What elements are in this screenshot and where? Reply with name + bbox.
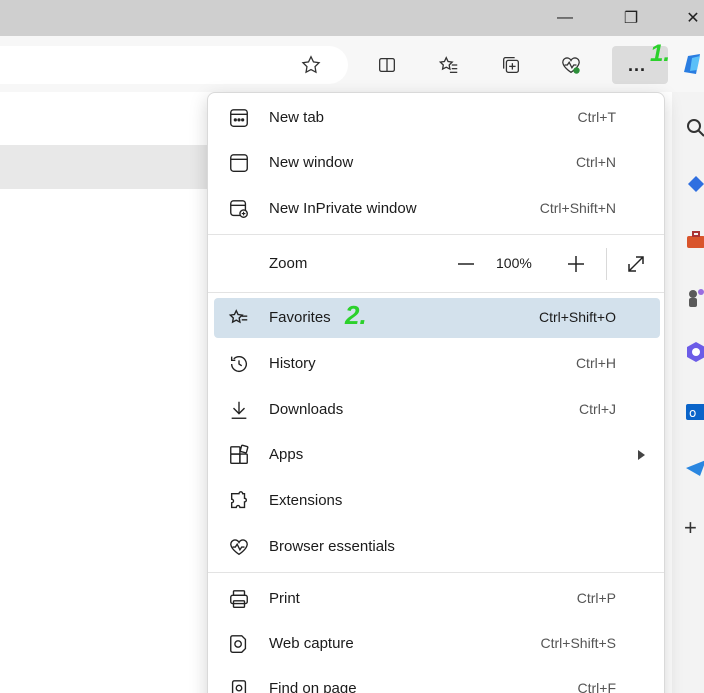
right-sidebar: o +: [672, 92, 704, 693]
plus-icon: +: [684, 515, 697, 540]
menu-item-new-inprivate-window[interactable]: New InPrivate window Ctrl+Shift+N: [214, 189, 660, 229]
favorites-icon: [228, 309, 248, 324]
menu-item-history[interactable]: History Ctrl+H: [214, 344, 660, 384]
browser-essentials-icon: [562, 57, 580, 74]
menu-divider: [208, 292, 664, 293]
menu-item-shortcut: Ctrl+P: [576, 590, 616, 606]
menu-item-label: Extensions: [269, 492, 343, 509]
outlook-icon[interactable]: o: [684, 400, 704, 424]
menu-item-shortcut: Ctrl+N: [575, 154, 616, 170]
shopping-icon[interactable]: [684, 172, 704, 196]
apps-icon: [230, 444, 249, 464]
heart-pulse-icon: [230, 539, 248, 556]
close-icon: ✕: [686, 10, 700, 27]
split-screen-icon: [379, 57, 395, 73]
menu-item-label: Favorites: [269, 309, 331, 326]
close-button[interactable]: ✕: [670, 0, 704, 36]
menu-item-label: New tab: [269, 109, 325, 126]
zoom-value: 100%: [496, 255, 532, 271]
menu-item-shortcut: Ctrl+F: [577, 680, 617, 693]
menu-item-label: History: [269, 355, 316, 372]
favorites-icon: [438, 56, 458, 73]
svg-text:o: o: [689, 406, 696, 420]
annotation-step-2: 2.: [345, 300, 367, 330]
restore-button[interactable]: ❐: [608, 0, 654, 36]
menu-divider: [208, 572, 664, 573]
settings-menu: New tab Ctrl+T New window Ctrl+N New InP…: [207, 92, 665, 693]
collections-icon: [503, 57, 519, 73]
favorites-button[interactable]: [434, 50, 464, 80]
split-screen-button[interactable]: [372, 50, 402, 80]
web-capture-icon: [230, 635, 247, 653]
add-favorite-button[interactable]: [296, 50, 326, 80]
minimize-button[interactable]: —: [542, 0, 588, 36]
menu-item-label: New window: [269, 154, 354, 171]
menu-item-shortcut: Ctrl+Shift+S: [540, 635, 616, 651]
title-bar: — ❐ ✕: [0, 0, 704, 36]
games-icon[interactable]: [684, 286, 704, 310]
print-icon: [230, 590, 248, 608]
extensions-icon: [230, 491, 247, 509]
menu-item-new-window[interactable]: New window Ctrl+N: [214, 143, 660, 183]
menu-item-label: New InPrivate window: [269, 200, 417, 217]
menu-item-label: Print: [269, 590, 300, 607]
menu-item-extensions[interactable]: Extensions: [214, 481, 660, 521]
menu-item-web-capture[interactable]: Web capture Ctrl+Shift+S: [214, 624, 660, 664]
send-icon[interactable]: [684, 456, 704, 480]
browser-essentials-button[interactable]: [556, 50, 586, 80]
menu-item-label: Web capture: [269, 635, 354, 652]
new-window-icon: [230, 154, 248, 172]
menu-item-shortcut: Ctrl+Shift+N: [539, 200, 616, 216]
download-icon: [231, 401, 247, 419]
page-highlight-band: [0, 145, 210, 189]
menu-item-browser-essentials[interactable]: Browser essentials: [214, 527, 660, 567]
chevron-right-icon: [638, 450, 645, 460]
star-icon: [301, 55, 321, 74]
menu-item-label: Apps: [269, 446, 304, 463]
expand-icon: [628, 256, 644, 272]
menu-divider: [208, 234, 664, 235]
full-screen-button[interactable]: [622, 250, 650, 278]
minus-icon: [458, 263, 474, 265]
plus-icon: [568, 256, 584, 272]
menu-item-label: Find on page: [269, 680, 357, 693]
menu-item-shortcut: Ctrl+Shift+O: [538, 309, 616, 325]
annotation-step-1: 1.: [650, 40, 671, 67]
zoom-label: Zoom: [269, 255, 308, 272]
history-icon: [230, 356, 247, 373]
zoom-separator: [606, 248, 607, 280]
more-icon: ...: [628, 54, 647, 75]
menu-item-favorites[interactable]: Favorites 2. Ctrl+Shift+O: [214, 298, 660, 338]
minimize-icon: —: [557, 9, 573, 26]
menu-item-print[interactable]: Print Ctrl+P: [214, 579, 660, 619]
menu-item-find-on-page[interactable]: Find on page Ctrl+F: [214, 669, 660, 693]
menu-item-zoom: Zoom 100%: [214, 244, 660, 284]
tools-icon[interactable]: [684, 228, 704, 252]
toolbar: ... 1.: [0, 36, 704, 92]
search-icon[interactable]: [684, 116, 704, 140]
menu-item-shortcut: Ctrl+H: [575, 355, 616, 371]
copilot-icon[interactable]: [684, 52, 704, 76]
menu-item-new-tab[interactable]: New tab Ctrl+T: [214, 98, 660, 138]
menu-item-label: Browser essentials: [269, 538, 395, 555]
add-sidebar-app-button[interactable]: +: [684, 516, 704, 540]
find-icon: [231, 680, 247, 693]
menu-item-label: Downloads: [269, 401, 344, 418]
menu-item-downloads[interactable]: Downloads Ctrl+J: [214, 390, 660, 430]
zoom-out-button[interactable]: [452, 250, 480, 278]
collections-button[interactable]: [496, 50, 526, 80]
new-tab-icon: [230, 109, 248, 127]
menu-item-shortcut: Ctrl+T: [577, 109, 617, 125]
restore-icon: ❐: [623, 10, 639, 27]
menu-item-apps[interactable]: Apps: [214, 435, 660, 475]
menu-item-shortcut: Ctrl+J: [579, 401, 616, 417]
zoom-in-button[interactable]: [562, 250, 590, 278]
inprivate-icon: [230, 200, 248, 218]
microsoft-365-icon[interactable]: [684, 340, 704, 364]
